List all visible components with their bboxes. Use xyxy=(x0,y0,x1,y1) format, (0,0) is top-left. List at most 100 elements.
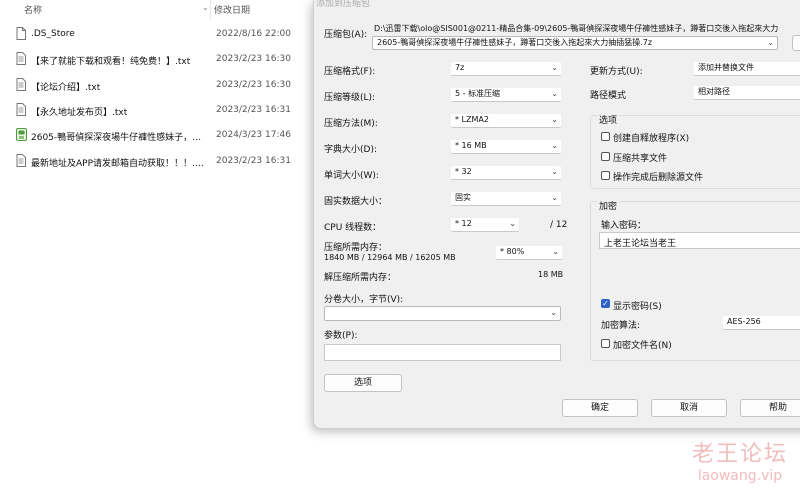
text-file-icon xyxy=(16,153,26,167)
update-mode-label: 更新方式(U): xyxy=(590,67,643,77)
chevron-down-icon: ⌄ xyxy=(550,308,557,317)
format-select[interactable]: 7z ⌄ xyxy=(451,62,561,76)
help-button[interactable]: 帮助 xyxy=(740,399,800,417)
path-mode-label: 路径模式 xyxy=(590,91,627,101)
cpu-threads-total: / 12 xyxy=(550,220,568,230)
browse-button[interactable] xyxy=(792,35,800,51)
password-value: 上老王论坛当老王 xyxy=(604,239,677,249)
options-group: 选项 创建自释放程序(X) 压缩共享文件 操作完成后删除源文件 xyxy=(590,113,800,189)
encryption-method-select[interactable]: AES-256⌄ xyxy=(723,316,800,330)
memory-label: 压缩所需内存： xyxy=(324,243,388,253)
update-mode-value: 添加并替换文件 xyxy=(698,63,754,72)
file-name: 【永久地址发布页】.txt xyxy=(31,107,128,118)
show-password-label: 显示密码(S) xyxy=(613,302,662,312)
method-select[interactable]: * LZMA2 ⌄ xyxy=(451,114,561,128)
column-divider[interactable] xyxy=(210,0,211,19)
sort-chevron-icon: ⌄ xyxy=(202,3,209,12)
format-label: 压缩格式(F): xyxy=(324,67,376,77)
solid-value: 固实 xyxy=(455,193,471,202)
chevron-down-icon: ⌄ xyxy=(551,89,558,98)
text-file-icon xyxy=(16,77,26,91)
file-date: 2023/2/23 16:30 xyxy=(216,54,291,65)
sfx-label: 创建自释放程序(X) xyxy=(613,134,690,144)
format-value: 7z xyxy=(455,63,465,72)
solid-select[interactable]: 固实 ⌄ xyxy=(451,192,561,206)
text-file-icon xyxy=(16,52,26,66)
solid-label: 固实数据大小： xyxy=(324,197,388,207)
chevron-down-icon: ⌄ xyxy=(551,63,558,72)
file-explorer: 名称 ⌄ 修改日期 .DS_Store 2022/8/16 22:00 【来了就能下… xyxy=(0,0,330,491)
dictionary-value: * 16 MB xyxy=(455,141,487,150)
file-name: 【来了就能下载和观看！纯免费！】.txt xyxy=(31,57,191,68)
text-file-icon xyxy=(16,102,26,116)
options-group-title: 选项 xyxy=(597,113,620,126)
chevron-down-icon: ⌄ xyxy=(551,167,558,176)
dictionary-select[interactable]: * 16 MB ⌄ xyxy=(451,140,561,154)
file-row[interactable]: 【永久地址发布页】.txt 2023/2/23 16:31 xyxy=(0,99,330,124)
watermark-title: 老王论坛 xyxy=(691,442,788,467)
word-size-select[interactable]: * 32 ⌄ xyxy=(451,166,561,180)
file-name: 最新地址及APP请发邮箱自动获取！！！.txt xyxy=(31,158,206,169)
cancel-button[interactable]: 取消 xyxy=(651,399,727,417)
file-date: 2022/8/16 22:00 xyxy=(216,29,291,39)
shared-files-label: 压缩共享文件 xyxy=(613,154,668,164)
chevron-down-icon: ⌄ xyxy=(551,141,558,150)
encryption-method-value: AES-256 xyxy=(727,317,761,326)
delete-after-checkbox[interactable] xyxy=(601,171,610,180)
update-mode-select[interactable]: 添加并替换文件 xyxy=(694,62,800,76)
archive-file-icon xyxy=(16,128,27,142)
encrypt-names-label: 加密文件名(N) xyxy=(613,341,672,351)
memory-detail: 1840 MB / 12964 MB / 16205 MB xyxy=(324,253,456,262)
dialog-title: 添加到压缩包 xyxy=(316,0,371,9)
show-password-checkbox[interactable]: ✓ xyxy=(601,299,610,308)
split-size-combobox[interactable]: ⌄ xyxy=(324,306,561,321)
file-name: .DS_Store xyxy=(31,29,75,39)
file-date: 2023/2/23 16:31 xyxy=(216,155,291,166)
cpu-threads-select[interactable]: * 12 ⌄ xyxy=(451,218,519,232)
watermark-url: laowang.vip xyxy=(697,468,783,484)
cpu-threads-value: * 12 xyxy=(455,219,472,228)
file-row[interactable]: 2605-鴨哥偵探深夜場牛仔褲性感妹子，蹲著口交後入拖起來大力抽插猛操.7z 20… xyxy=(0,124,330,149)
params-label: 参数(P): xyxy=(324,331,358,341)
file-row[interactable]: 【来了就能下载和观看！纯免费！】.txt 2023/2/23 16:30 xyxy=(0,48,330,73)
path-mode-value: 相对路径 xyxy=(698,87,730,96)
options-button[interactable]: 选项 xyxy=(324,374,402,392)
file-row[interactable]: .DS_Store 2022/8/16 22:00 xyxy=(0,23,330,48)
delete-after-label: 操作完成后删除源文件 xyxy=(613,173,704,183)
password-input[interactable]: 上老王论坛当老王 xyxy=(599,232,800,249)
blank-file-icon xyxy=(16,27,26,40)
file-row[interactable]: 【论坛介绍】.txt 2023/2/23 16:30 xyxy=(0,74,330,99)
file-row[interactable]: 最新地址及APP请发邮箱自动获取！！！.txt 2023/2/23 16:31 xyxy=(0,150,330,175)
level-select[interactable]: 5 - 标准压缩 ⌄ xyxy=(451,88,561,102)
memory-percent-select[interactable]: * 80% ⌄ xyxy=(496,246,562,260)
split-size-label: 分卷大小，字节(V): xyxy=(324,295,404,305)
params-input[interactable] xyxy=(324,344,561,361)
file-name: 2605-鴨哥偵探深夜場牛仔褲性感妹子，蹲著口交後入拖起來大力抽插猛操.7z xyxy=(31,133,206,144)
level-value: 5 - 标准压缩 xyxy=(455,89,501,98)
level-label: 压缩等级(L): xyxy=(324,93,376,103)
column-date-header[interactable]: 修改日期 xyxy=(214,3,250,16)
chevron-down-icon: ⌄ xyxy=(767,38,774,47)
word-size-value: * 32 xyxy=(455,167,472,176)
method-label: 压缩方法(M): xyxy=(324,119,378,129)
archive-name-combobox[interactable]: 2605-鴨哥偵探深夜場牛仔褲性感妹子，蹲著口交後入拖起來大力抽插猛操.7z ⌄ xyxy=(372,36,778,50)
memory-percent-value: * 80% xyxy=(500,247,525,256)
word-size-label: 单词大小(W): xyxy=(324,171,379,181)
encryption-group-title: 加密 xyxy=(597,199,620,212)
encryption-group: 加密 输入密码： 上老王论坛当老王 ✓ 显示密码(S) 加密算法: AES-25… xyxy=(590,199,800,361)
chevron-down-icon: ⌄ xyxy=(551,115,558,124)
dictionary-label: 字典大小(D): xyxy=(324,145,377,155)
file-date: 2023/2/23 16:31 xyxy=(216,104,291,115)
column-header: 名称 ⌄ 修改日期 xyxy=(0,0,330,19)
file-name: 【论坛介绍】.txt xyxy=(31,82,101,93)
cpu-threads-label: CPU 线程数： xyxy=(324,223,382,233)
archive-label: 压缩包(A): xyxy=(324,30,368,40)
shared-files-checkbox[interactable] xyxy=(601,152,610,161)
column-name-header[interactable]: 名称 xyxy=(24,3,42,16)
ok-button[interactable]: 确定 xyxy=(562,399,638,417)
sfx-checkbox[interactable] xyxy=(601,132,610,141)
chevron-down-icon: ⌄ xyxy=(551,193,558,202)
encrypt-names-checkbox[interactable] xyxy=(601,339,610,348)
archive-path-text: D:\迅雷下载\olo@SIS001@0211-精品合集-09\2605-鴨哥偵… xyxy=(374,24,779,33)
path-mode-select[interactable]: 相对路径 xyxy=(694,86,800,100)
